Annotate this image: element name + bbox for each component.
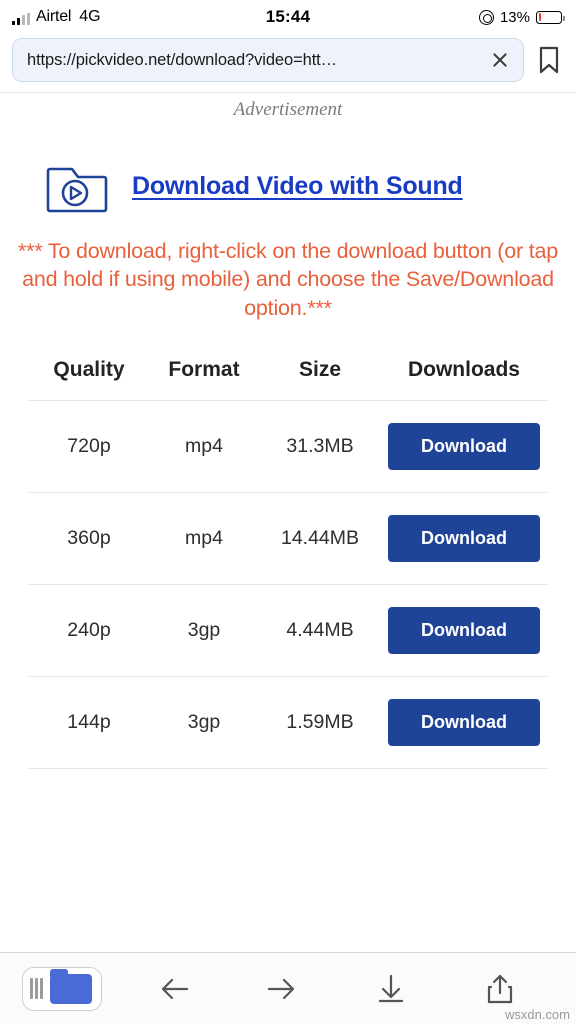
close-icon[interactable] — [487, 47, 513, 73]
table-row: 240p 3gp 4.44MB Download — [29, 584, 547, 677]
tabs-button[interactable] — [22, 966, 102, 1011]
table-header-row: Quality Format Size Downloads — [29, 352, 547, 401]
cell-action: Download — [381, 676, 547, 770]
download-video-link[interactable]: Download Video with Sound — [132, 172, 463, 201]
cell-format: mp4 — [149, 492, 259, 585]
column-header-quality: Quality — [53, 358, 125, 382]
cell-size: 14.44MB — [259, 492, 381, 585]
cell-format: 3gp — [149, 584, 259, 677]
folder-icon — [49, 968, 92, 1004]
toolbar-actions — [102, 966, 555, 1012]
download-header[interactable]: Download Video with Sound — [0, 121, 576, 215]
download-button[interactable]: Download — [388, 607, 540, 655]
web-page-content: Advertisement Download Video with Sound … — [0, 92, 576, 952]
cell-quality: 144p — [29, 676, 149, 770]
cell-format: mp4 — [149, 400, 259, 493]
download-arrow-icon[interactable] — [368, 966, 414, 1012]
table-row: 360p mp4 14.44MB Download — [29, 492, 547, 585]
column-header-format: Format — [168, 358, 240, 382]
tabs-icon — [30, 978, 43, 999]
video-folder-play-icon — [44, 157, 114, 215]
cell-format: 3gp — [149, 676, 259, 770]
url-input[interactable]: https://pickvideo.net/download?video=htt… — [12, 38, 524, 82]
watermark: wsxdn.com — [504, 1007, 570, 1022]
downloads-table: Quality Format Size Downloads 720p mp4 3… — [29, 352, 547, 770]
cell-quality: 240p — [29, 584, 149, 677]
download-button[interactable]: Download — [388, 423, 540, 471]
cell-action: Download — [381, 400, 547, 493]
cell-quality: 720p — [29, 400, 149, 493]
orientation-lock-icon — [478, 9, 494, 25]
phone-screen: Airtel 4G 15:44 13% https://pickvideo.ne… — [0, 0, 576, 1024]
download-button[interactable]: Download — [388, 515, 540, 563]
cell-action: Download — [381, 492, 547, 585]
url-text: https://pickvideo.net/download?video=htt… — [27, 50, 338, 69]
arrow-right-icon[interactable] — [259, 966, 305, 1012]
cell-action: Download — [381, 584, 547, 677]
column-header-downloads: Downloads — [407, 358, 520, 382]
status-bar: Airtel 4G 15:44 13% — [0, 0, 576, 34]
battery-icon — [536, 10, 565, 24]
cell-quality: 360p — [29, 492, 149, 585]
download-instructions: *** To download, right-click on the down… — [18, 239, 558, 320]
bookmark-icon[interactable] — [534, 43, 564, 77]
advertisement-label: Advertisement — [233, 99, 343, 120]
browser-address-bar: https://pickvideo.net/download?video=htt… — [0, 34, 576, 92]
cell-size: 1.59MB — [259, 676, 381, 770]
browser-toolbar — [0, 952, 576, 1024]
cell-size: 4.44MB — [259, 584, 381, 677]
cell-size: 31.3MB — [259, 400, 381, 493]
column-header-size: Size — [298, 358, 342, 382]
arrow-left-icon[interactable] — [151, 966, 197, 1012]
download-button[interactable]: Download — [388, 699, 540, 747]
table-row: 720p mp4 31.3MB Download — [29, 400, 547, 493]
share-icon[interactable] — [477, 966, 523, 1012]
table-row: 144p 3gp 1.59MB Download — [29, 676, 547, 770]
